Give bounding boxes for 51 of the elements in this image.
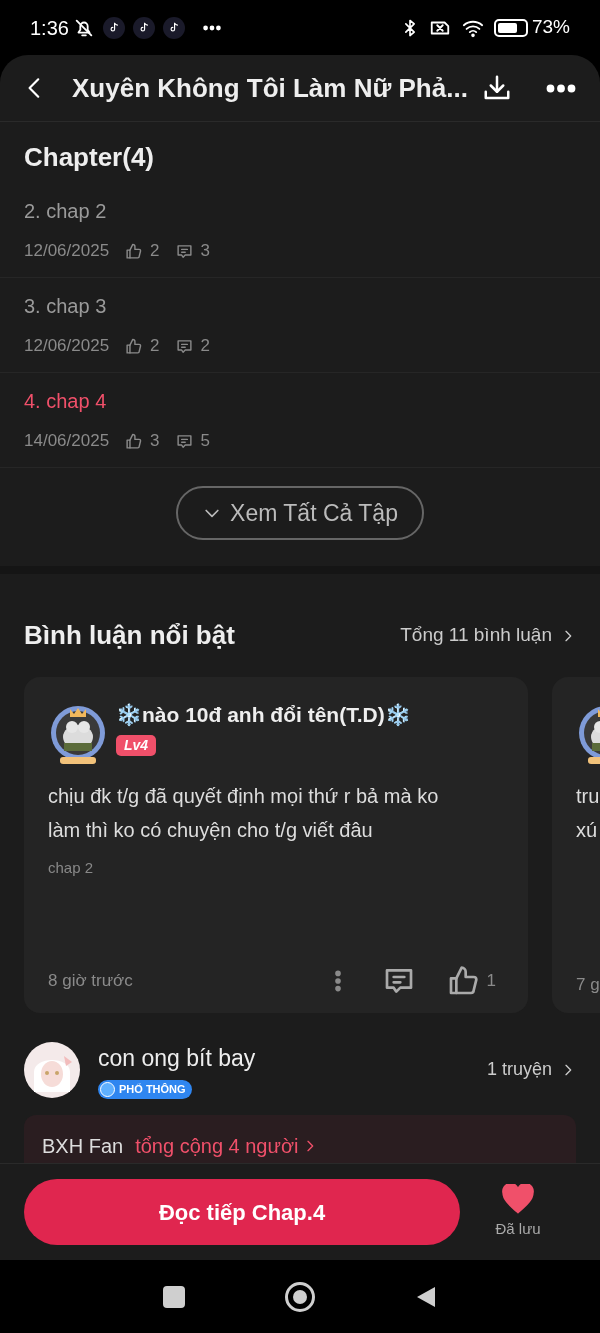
comment-text: xú [576,818,599,843]
section-title: Bình luận nổi bật [24,619,236,652]
comment-icon [175,337,193,355]
stories-link[interactable]: 1 truyện [486,1056,576,1084]
like-icon [125,337,143,355]
chapter-title: 3. chap 3 [24,294,108,320]
view-all-button[interactable]: Xem Tất Cả Tập [176,486,424,540]
battery-icon [493,18,528,37]
level-badge: Lv4 [116,734,157,756]
like-count: 2 [150,240,160,263]
comment-count: 2 [200,335,211,358]
rank-badge: PHỔ THÔNG [98,1079,192,1099]
chapter-label: chap 2 [48,858,95,878]
chapter-item[interactable]: 2. chap 2 12/06/2025 2 3 [0,183,600,278]
comment-count: 5 [200,430,211,453]
status-time: 1:36 [30,15,69,41]
chapter-title: 4. chap 4 [24,389,108,415]
avatar [24,1041,80,1098]
like-count: 2 [150,335,160,358]
saved-button[interactable]: Đã lưu [460,1183,576,1241]
back-icon[interactable] [415,1284,437,1309]
author-name: con ong bít bay [98,1044,257,1073]
chapter-date: 14/06/2025 [24,430,110,453]
like-icon [125,242,143,260]
chapter-item[interactable]: 4. chap 4 14/06/2025 3 5 [0,373,600,468]
chapter-item[interactable]: 3. chap 3 12/06/2025 2 2 [0,278,600,373]
comment-icon [175,242,193,260]
recents-icon[interactable] [163,1285,185,1308]
comment-icon [175,432,193,450]
more-icon[interactable] [544,83,578,93]
section-title: Chapter(4) [23,141,155,174]
chapter-title: 2. chap 2 [24,199,108,225]
like-count: 1 [486,970,496,993]
chapter-date: 12/06/2025 [24,335,110,358]
read-button[interactable]: Đọc tiếp Chap.4 [24,1179,460,1245]
chapter-date: 12/06/2025 [24,240,110,263]
like-icon [125,432,143,450]
battery-percent: 73% [531,15,570,40]
total-comments-link[interactable]: Tổng 11 bình luận [400,621,576,650]
comment-text: chịu đk t/g đã quyết định mọi thứ r bả mà ko làm thì ko có chuyện cho t/g viết đâu [48,784,440,843]
page-title: Xuyên Không Tôi Làm Nữ Phả... [72,71,469,105]
username: ❄nào 10đ anh đổi tên(T.D)❄ [116,702,411,728]
more-icon [200,23,223,32]
comment-time: 8 giờ trước [48,970,134,993]
comment-text: tru [576,784,600,809]
home-icon[interactable] [285,1281,315,1312]
fan-label: BXH Fan [42,1133,124,1159]
fan-total-link[interactable]: tổng cộng 4 người [135,1130,319,1161]
comment-count: 3 [200,240,211,263]
like-count: 3 [150,430,160,453]
comment-time: 7 g [576,973,600,996]
